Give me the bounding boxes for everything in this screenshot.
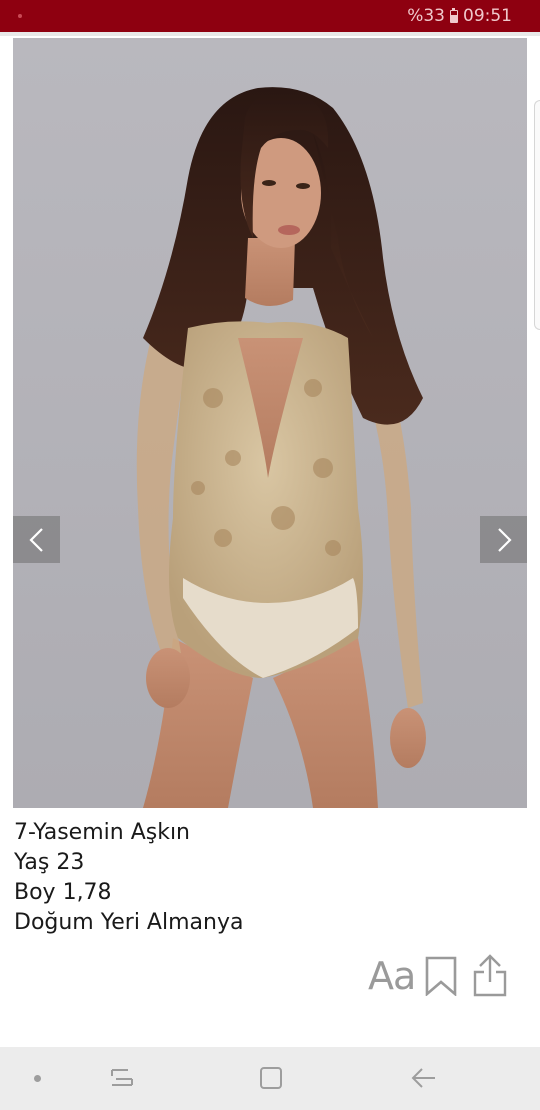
system-navigation-bar xyxy=(0,1047,540,1110)
recents-icon xyxy=(111,1069,133,1086)
font-size-button[interactable]: Aa xyxy=(368,954,416,998)
caption-line-height: Boy 1,78 xyxy=(14,880,112,905)
next-photo-button[interactable] xyxy=(480,516,527,563)
share-button[interactable] xyxy=(472,954,508,1002)
share-icon xyxy=(473,954,507,997)
gallery-photo[interactable] xyxy=(13,38,527,808)
edge-panel-handle[interactable] xyxy=(534,100,540,330)
article-actions: Aa xyxy=(0,952,540,1002)
caption-line-title: 7-Yasemin Aşkın xyxy=(14,820,190,845)
home-icon xyxy=(260,1067,282,1089)
caption-line-age: Yaş 23 xyxy=(14,850,85,875)
caption-line-birthplace: Doğum Yeri Almanya xyxy=(14,910,244,935)
chevron-left-icon xyxy=(28,527,43,552)
model-photo-illustration xyxy=(136,87,426,808)
battery-percent: %33 xyxy=(407,6,445,26)
battery-icon xyxy=(450,7,458,23)
home-button[interactable] xyxy=(258,1065,284,1095)
bookmark-button[interactable] xyxy=(424,956,458,1000)
back-button[interactable] xyxy=(410,1065,438,1095)
previous-photo-button[interactable] xyxy=(13,516,60,563)
photo-caption: 7-Yasemin Aşkın Yaş 23 Boy 1,78 Doğum Ye… xyxy=(14,818,243,938)
bookmark-icon xyxy=(425,956,457,997)
back-arrow-icon xyxy=(411,1068,435,1088)
clock: 09:51 xyxy=(463,6,512,26)
toolbar-divider xyxy=(0,32,540,36)
notification-dot-icon xyxy=(18,14,22,18)
status-bar: %33 09:51 xyxy=(0,0,540,32)
navbar-dot-icon[interactable] xyxy=(34,1075,41,1082)
recents-button[interactable] xyxy=(108,1065,136,1095)
chevron-right-icon xyxy=(497,527,512,552)
status-indicators: %33 09:51 xyxy=(407,6,512,26)
